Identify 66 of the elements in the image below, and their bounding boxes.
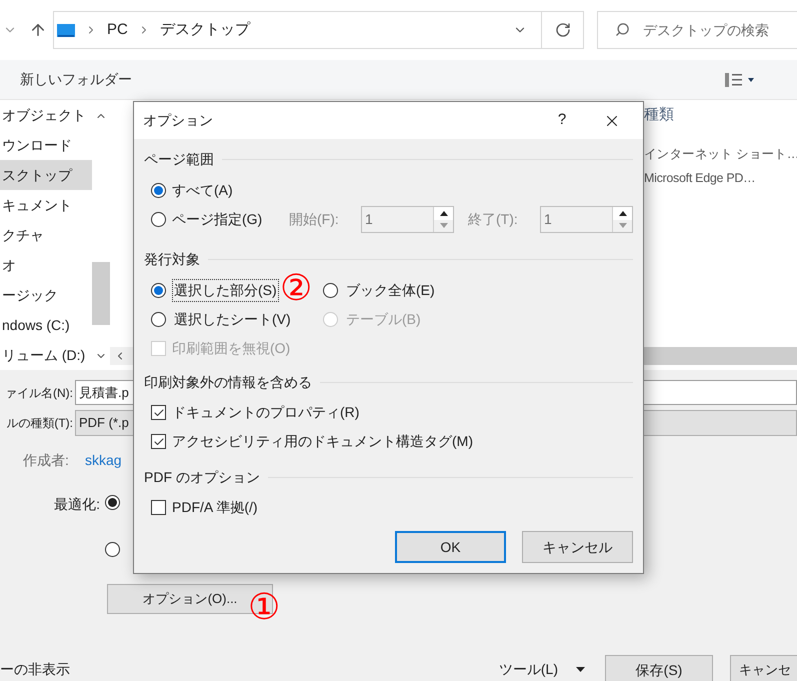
table-cell-text: Microsoft Edge PD…: [644, 170, 756, 187]
sidebar-item[interactable]: ndows (C:): [0, 310, 92, 340]
field-label: 作成者:: [23, 451, 70, 470]
check-icon: [152, 406, 164, 418]
checkbox[interactable]: [151, 405, 166, 420]
sidebar-item[interactable]: ウンロード: [0, 130, 92, 160]
radio-label[interactable]: 選択したシート(V): [172, 308, 293, 331]
new-folder-button[interactable]: 新しいフォルダー: [20, 69, 132, 90]
checkbox-label[interactable]: PDF/A 準拠(/): [172, 497, 258, 518]
radio-label[interactable]: ブック全体(E): [344, 279, 437, 302]
hide-folders-toggle[interactable]: ーの非表示: [0, 659, 70, 680]
radio-button[interactable]: [323, 283, 338, 298]
field-label: ァイル名(N):: [5, 384, 73, 402]
radio-label[interactable]: すべて(A): [172, 180, 233, 201]
caret-icon[interactable]: [576, 667, 585, 672]
radio-label[interactable]: 選択した部分(S): [172, 279, 279, 302]
checkbox[interactable]: [151, 434, 166, 449]
refresh-icon[interactable]: [554, 22, 570, 38]
save-button[interactable]: 保存(S): [605, 655, 713, 681]
field-label: 最適化:: [53, 495, 100, 514]
dialog-title: オプション: [143, 111, 213, 130]
tools-button[interactable]: ツール(L): [498, 659, 585, 680]
spin-up-icon[interactable]: [613, 207, 632, 220]
checkbox-label[interactable]: アクセシビリティ用のドキュメント構造タグ(M): [172, 431, 473, 452]
address-bar[interactable]: PC デスクトップ: [53, 11, 542, 49]
group-title: PDF のオプション: [144, 468, 260, 486]
check-icon: [152, 436, 164, 448]
refresh-button[interactable]: [542, 11, 584, 49]
monitor-icon: [57, 24, 75, 36]
author-link[interactable]: skkag: [85, 450, 122, 471]
radio-button[interactable]: [151, 212, 166, 227]
spin-up-icon[interactable]: [434, 207, 453, 220]
annotation-number: ②: [280, 269, 312, 309]
search-icon: [615, 22, 630, 37]
checkbox-label[interactable]: ドキュメントのプロパティ(R): [172, 402, 360, 423]
ok-button[interactable]: OK: [395, 531, 506, 563]
radio-button[interactable]: [151, 183, 166, 198]
radio-button[interactable]: [105, 542, 120, 557]
radio-label[interactable]: ページ指定(G): [172, 209, 262, 230]
help-button[interactable]: ?: [547, 109, 577, 132]
sidebar-item[interactable]: キュメント: [0, 190, 92, 220]
breadcrumb[interactable]: PC: [107, 18, 128, 42]
sidebar-item[interactable]: リューム (D:): [0, 340, 92, 370]
scrollbar-thumb[interactable]: [92, 262, 110, 325]
radio-button[interactable]: [151, 312, 166, 327]
sidebar-item[interactable]: オブジェクト: [0, 100, 92, 130]
sidebar-item[interactable]: スクトップ: [0, 160, 92, 190]
group-title: 印刷対象外の情報を含める: [144, 372, 312, 392]
radio-button[interactable]: [105, 495, 120, 510]
group-title: 発行対象: [144, 250, 200, 268]
table-cell-text: インターネット ショート…: [644, 146, 797, 163]
view-options-icon[interactable]: [725, 72, 755, 86]
cancel-button[interactable]: キャンセ: [730, 655, 797, 681]
sidebar-item[interactable]: クチャ: [0, 220, 92, 250]
column-header[interactable]: 種類: [644, 104, 674, 126]
sidebar-item[interactable]: オ: [0, 250, 92, 280]
field-label: 終了(T):: [468, 210, 519, 229]
field-label: ルの種類(T):: [6, 415, 73, 432]
checkbox[interactable]: [151, 500, 166, 515]
search-field[interactable]: デスクトップの検索: [597, 11, 797, 49]
sidebar-item[interactable]: ージック: [0, 280, 92, 310]
radio-button[interactable]: [151, 283, 166, 298]
cancel-button[interactable]: キャンセル: [522, 531, 633, 563]
field-label: 開始(F):: [289, 210, 340, 229]
group-title: ページ範囲: [144, 150, 214, 168]
breadcrumb[interactable]: デスクトップ: [160, 18, 250, 42]
